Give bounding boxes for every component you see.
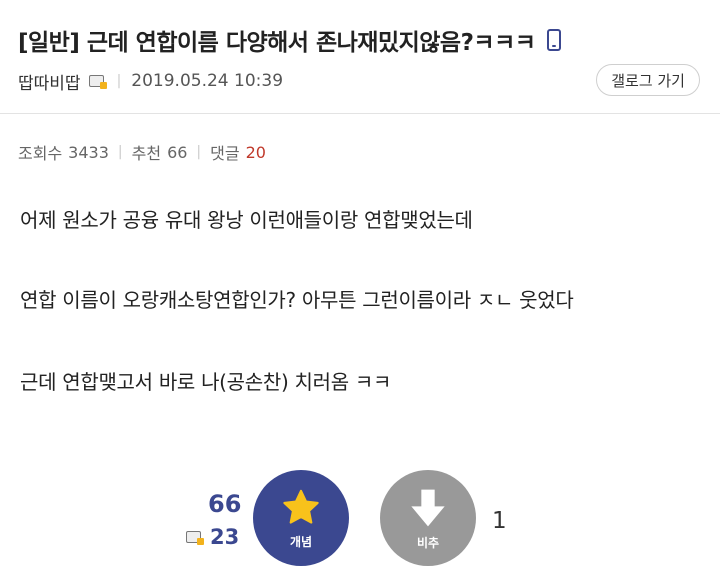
fixed-upvote-number: 23 <box>210 525 240 549</box>
fixed-user-icon <box>186 530 204 545</box>
down-arrow-icon <box>411 489 445 526</box>
recommend-label: 추천 <box>131 144 162 163</box>
downvote-button[interactable]: 비추 <box>380 470 476 566</box>
author-name[interactable]: 땁따비땁 <box>18 69 81 94</box>
views-label: 조회수 <box>18 144 63 163</box>
stats-separator: | <box>196 144 202 160</box>
comments-count[interactable]: 20 <box>246 143 266 162</box>
post-body-line: 어제 원소가 공융 유대 왕낭 이런애들이랑 연합맺었는데 <box>20 208 473 232</box>
mobile-icon <box>547 29 562 51</box>
gallog-button[interactable]: 갤로그 가기 <box>596 64 700 96</box>
post-meta: 땁따비땁 | 2019.05.24 10:39 갤로그 가기 <box>18 64 700 98</box>
views-count: 3433 <box>68 142 109 162</box>
post-body-line: 근데 연합맺고서 바로 나(공손찬) 치러옴 ㅋㅋ <box>20 370 392 394</box>
star-icon <box>283 489 319 524</box>
fixed-upvote-count: 23 <box>186 525 239 549</box>
downvote-count: 1 <box>492 508 507 534</box>
recommend-count: 66 <box>167 142 188 162</box>
stats-separator: | <box>117 144 123 160</box>
header-divider <box>0 113 720 114</box>
post-stats: 조회수 3433 | 추천 66 | 댓글 20 <box>18 138 266 166</box>
meta-separator: | <box>116 73 122 89</box>
upvote-button[interactable]: 개념 <box>253 470 349 566</box>
user-badge-icon <box>88 74 107 89</box>
upvote-label: 개념 <box>289 534 313 549</box>
downvote-label: 비추 <box>416 535 440 550</box>
post-title-row: [일반] 근데 연합이름 다양해서 존나재밌지않음?ㅋㅋㅋ <box>18 22 700 58</box>
post-body-line: 연합 이름이 오랑캐소탕연합인가? 아무튼 그런이름이라 ㅈㄴ 웃었다 <box>20 288 574 312</box>
upvote-count: 66 <box>208 490 242 518</box>
comments-label[interactable]: 댓글 <box>210 140 239 164</box>
post-title: [일반] 근데 연합이름 다양해서 존나재밌지않음?ㅋㅋㅋ <box>18 30 536 56</box>
post-date: 2019.05.24 10:39 <box>131 71 284 91</box>
